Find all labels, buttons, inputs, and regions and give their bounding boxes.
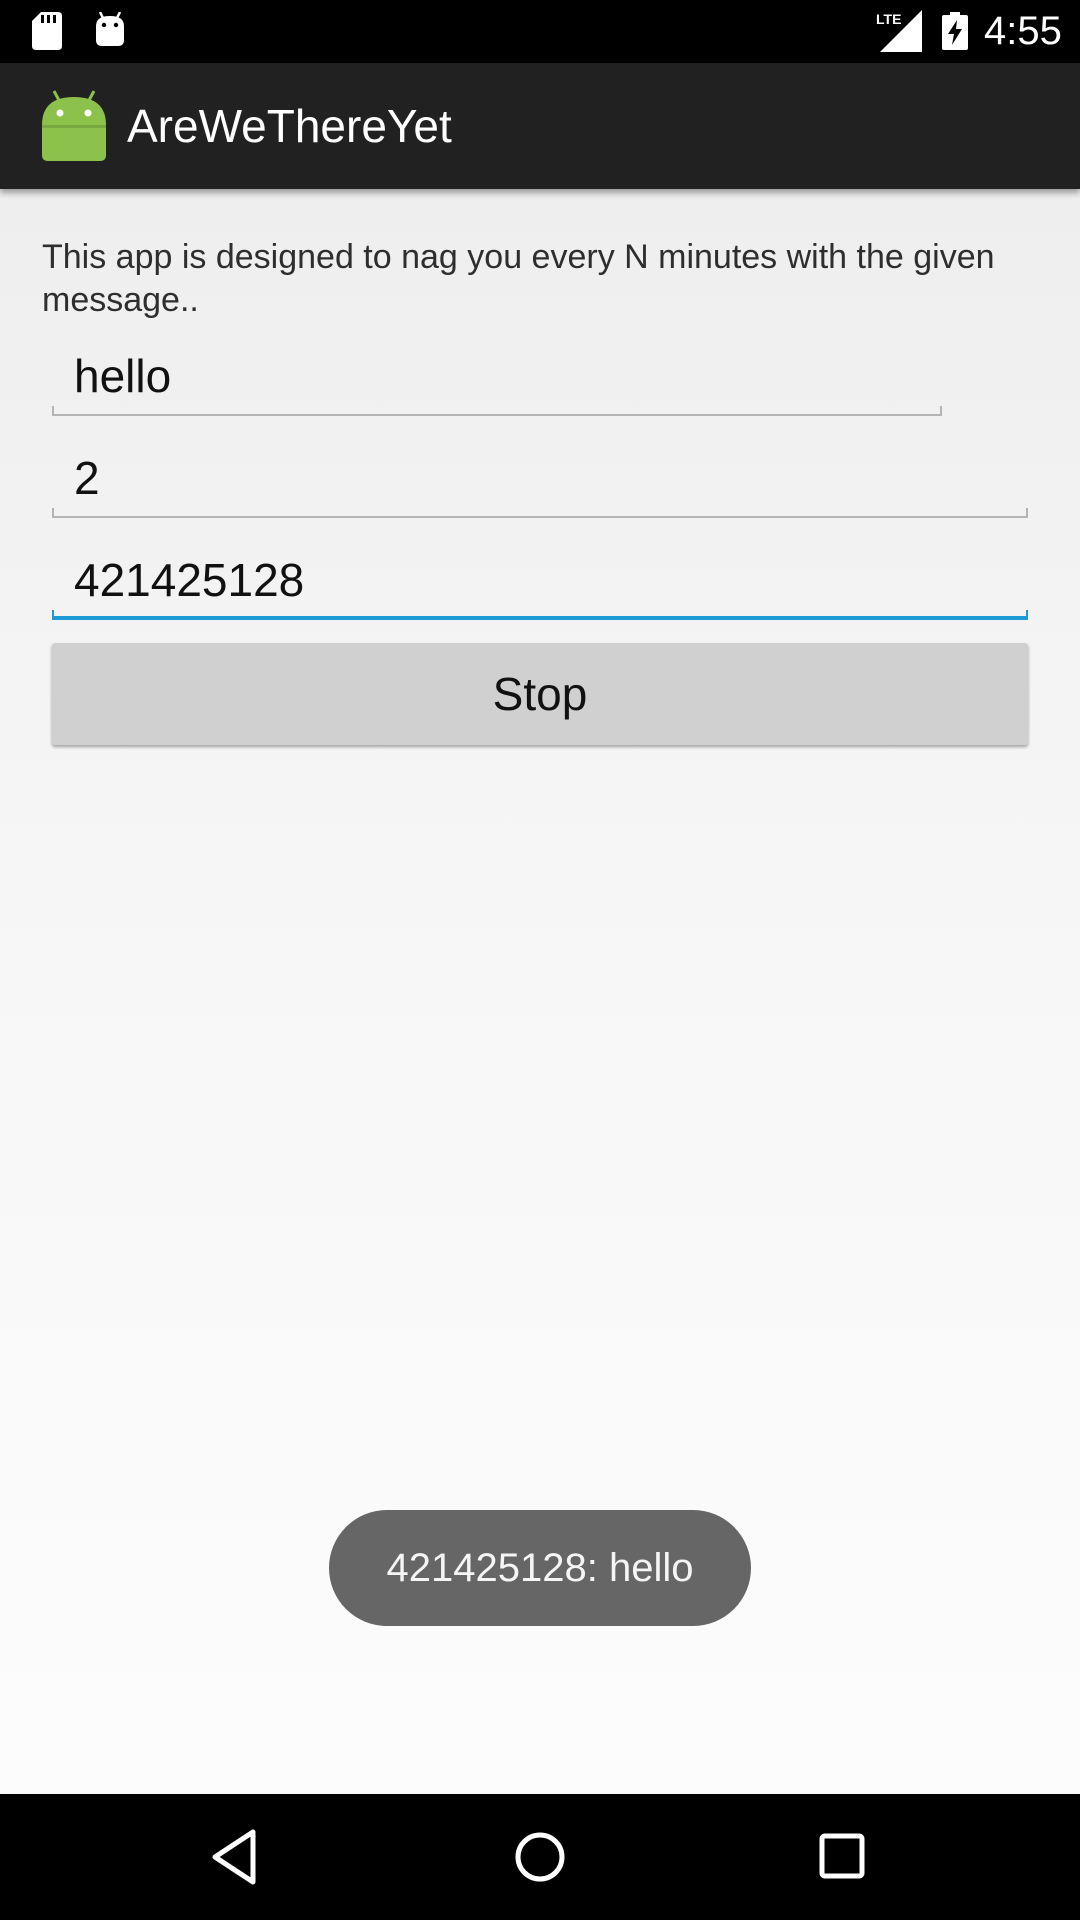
stop-button[interactable]: Stop — [52, 643, 1028, 745]
navigation-bar — [0, 1794, 1080, 1920]
battery-charging-icon — [942, 12, 968, 50]
status-bar: LTE 4:55 — [0, 0, 1080, 63]
phone-number-field[interactable] — [52, 547, 1028, 613]
phone-number-field-underline — [52, 610, 1028, 620]
sd-card-icon — [32, 12, 62, 50]
action-bar: AreWeThereYet — [0, 63, 1080, 189]
message-field-underline — [52, 406, 942, 416]
description-text: This app is designed to nag you every N … — [42, 238, 995, 319]
lte-signal-icon: LTE — [876, 10, 922, 52]
android-debug-icon — [96, 12, 124, 46]
toast-message: 421425128: hello — [329, 1510, 751, 1626]
app-title: AreWeThereYet — [127, 100, 452, 152]
recents-icon[interactable] — [808, 1824, 878, 1890]
back-icon[interactable] — [201, 1824, 271, 1890]
home-icon[interactable] — [505, 1824, 575, 1890]
interval-minutes-field[interactable] — [52, 445, 1028, 511]
svg-text:LTE: LTE — [876, 11, 901, 27]
android-app-icon — [42, 90, 106, 161]
message-field[interactable] — [52, 343, 942, 409]
interval-field-underline — [52, 508, 1028, 518]
status-clock: 4:55 — [984, 9, 1062, 53]
